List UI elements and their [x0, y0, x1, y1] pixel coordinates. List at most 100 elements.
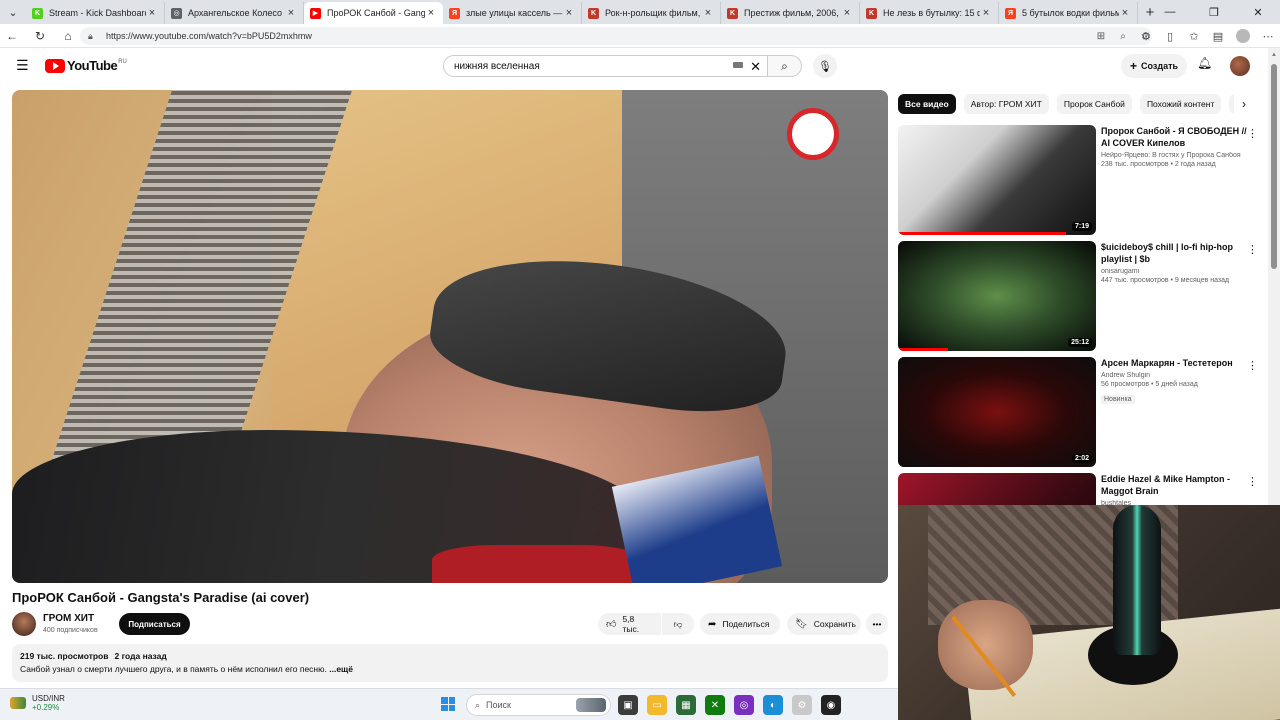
recommended-video[interactable]: 2:02 Арсен Маркарян - Тестетерон Andrew Sh… — [898, 357, 1258, 467]
video-description[interactable]: 219 тыс. просмотров 2 года назад Санбой у… — [12, 644, 888, 682]
menu-icon[interactable]: ☰ — [16, 58, 30, 72]
recommended-channel-name[interactable]: onisarugami — [1101, 268, 1247, 275]
filter-chip[interactable]: Автор: ГРОМ ХИТ — [963, 94, 1049, 114]
taskbar-search[interactable]: ⌕ Поиск — [466, 694, 611, 716]
recommended-video[interactable]: 25:12 $uicideboy$ chill | lo-fi hip-hop p… — [898, 241, 1258, 351]
xbox-app-icon[interactable]: ▦ — [676, 695, 696, 715]
tab-close-icon[interactable]: × — [425, 7, 437, 19]
channel-avatar[interactable] — [12, 612, 36, 636]
reload-icon[interactable]: ↻ — [28, 24, 52, 48]
browser-tab[interactable]: Я 5 бутылок водки фильм сма× — [999, 2, 1138, 24]
chips-next-arrow-icon[interactable]: › — [1234, 94, 1254, 114]
bookmark-icon: 🔖︎ — [795, 618, 808, 630]
home-icon[interactable]: ⌂ — [56, 24, 80, 48]
save-button[interactable]: 🔖︎ Сохранить — [787, 613, 861, 635]
search-button[interactable]: ⌕ — [768, 55, 802, 77]
clear-search-icon[interactable]: ✕ — [750, 59, 761, 75]
more-vertical-icon[interactable]: ⋮ — [1247, 127, 1258, 140]
scroll-up-arrow-icon[interactable]: ▲ — [1271, 52, 1277, 58]
tab-close-icon[interactable]: × — [285, 7, 297, 19]
extensions-icon[interactable]: ⚙ — [1134, 30, 1158, 43]
browser-tab[interactable]: Язлые улицы кассель — Янд× — [443, 2, 582, 24]
minimize-icon[interactable]: — — [1148, 0, 1192, 24]
more-vertical-icon[interactable]: ⋮ — [1247, 475, 1258, 488]
tab-close-icon[interactable]: × — [563, 7, 575, 19]
tab-favicon-icon: Я — [1005, 7, 1016, 19]
address-bar[interactable]: 🔒︎ https://www.youtube.com/watch?v=bPU5D… — [80, 27, 1152, 45]
app-tray-icon[interactable]: ⚙ — [792, 695, 812, 715]
dislike-button[interactable]: 👎︎ — [662, 613, 694, 635]
obs-app-icon[interactable]: ◉ — [821, 695, 841, 715]
create-button[interactable]: + Создать — [1121, 54, 1187, 78]
profile-avatar[interactable] — [1236, 29, 1250, 43]
description-text: Санбой узнал о смерти лучшего друга, и в… — [20, 664, 327, 674]
browser-menu-icon[interactable]: ⋯ — [1256, 30, 1280, 43]
browser-extensions: ⚙ ▯ ✩ ▤ ⋯ — [1134, 24, 1280, 48]
windows-taskbar: USD/INR +0.29% ⌕ Поиск ▣ ▭ ▦ ✕ ◎ ◐ ⚙ ◉ — [0, 688, 898, 720]
browser-tab[interactable]: K Не лезь в бутылку: 15 филь× — [860, 2, 999, 24]
video-title: ПроРОК Санбой - Gangsta's Paradise (ai c… — [12, 590, 310, 605]
recommended-channel-name[interactable]: Нейро-Ярцево: В гостях у Пророка Санбоя — [1101, 152, 1247, 159]
subscribe-button[interactable]: Подписаться — [119, 613, 190, 635]
task-view-icon[interactable]: ▣ — [618, 695, 638, 715]
search-query: нижняя вселенная — [454, 60, 540, 72]
upload-date: 2 года назад — [114, 651, 167, 661]
watch-progress-bar — [898, 348, 948, 351]
split-screen-icon[interactable]: ▯ — [1158, 30, 1182, 43]
video-thumbnail[interactable]: 7:19 — [898, 125, 1096, 235]
collections-icon[interactable]: ▤ — [1206, 30, 1230, 43]
webcam-hand — [938, 600, 1033, 690]
browser-tab[interactable]: K Рок-н-рольщик фильм, 200× — [582, 2, 721, 24]
close-window-icon[interactable]: ✕ — [1236, 0, 1280, 24]
account-avatar[interactable] — [1230, 56, 1250, 76]
like-button[interactable]: 👍︎ 5,8 тыс. — [598, 613, 661, 635]
search-input[interactable]: нижняя вселенная ✕ — [443, 55, 768, 77]
voice-search-button[interactable]: 🎙︎ — [813, 54, 837, 78]
xbox-icon[interactable]: ✕ — [705, 695, 725, 715]
filter-chip[interactable]: Пророк Санбой — [1056, 94, 1132, 114]
back-icon[interactable]: ← — [0, 24, 24, 48]
video-thumbnail[interactable]: 2:02 — [898, 357, 1096, 467]
notifications-bell-icon[interactable]: 🔔︎ — [1197, 56, 1212, 70]
file-explorer-icon[interactable]: ▭ — [647, 695, 667, 715]
keyboard-icon[interactable] — [733, 62, 743, 68]
browser-tab[interactable]: K Престиж фильм, 2006, дата× — [721, 2, 860, 24]
recommended-channel-name[interactable]: Andrew Shulgin — [1101, 372, 1247, 379]
ticker-change: +0.29% — [32, 703, 60, 712]
browser-tab[interactable]: ◎ Архангельское Колесо × — [165, 2, 304, 24]
app-purple-icon[interactable]: ◎ — [734, 695, 754, 715]
share-button[interactable]: ➦ Поделиться — [700, 613, 780, 635]
browser-tab[interactable]: ▶ ПроРОК Санбой - Gangsta× — [304, 2, 443, 24]
tab-close-icon[interactable]: × — [1119, 7, 1131, 19]
recommended-video[interactable]: 7:19 Пророк Санбой - Я СВОБОДЕН // AI COV… — [898, 125, 1258, 235]
youtube-logo[interactable]: YouTube RU — [45, 58, 127, 73]
maximize-icon[interactable]: ❐ — [1192, 0, 1236, 24]
ticker-widget[interactable]: USD/INR +0.29% — [10, 694, 65, 712]
video-player[interactable] — [12, 90, 888, 583]
video-duration: 7:19 — [1071, 222, 1092, 231]
edge-browser-icon[interactable]: ◐ — [763, 695, 783, 715]
more-vertical-icon[interactable]: ⋮ — [1247, 243, 1258, 256]
filter-chip[interactable]: Все видео — [898, 94, 956, 114]
channel-name[interactable]: ГРОМ ХИТ — [43, 613, 94, 624]
start-windows-icon[interactable] — [441, 697, 455, 711]
more-actions-button[interactable]: ••• — [866, 613, 888, 635]
tab-list-chevron-icon[interactable]: ⌄ — [0, 0, 26, 24]
lock-icon[interactable]: 🔒︎ — [88, 31, 98, 42]
tab-close-icon[interactable]: × — [702, 7, 714, 19]
more-vertical-icon[interactable]: ⋮ — [1247, 359, 1258, 372]
plus-icon: + — [1129, 59, 1137, 73]
browser-tab[interactable]: K Stream - Kick Dashboard × — [26, 2, 165, 24]
tab-close-icon[interactable]: × — [980, 7, 992, 19]
recommended-video-title: Пророк Санбой - Я СВОБОДЕН // AI COVER К… — [1101, 126, 1247, 148]
zoom-icon[interactable]: ⌕ — [1112, 27, 1134, 45]
scrollbar-thumb[interactable] — [1271, 64, 1277, 269]
tab-close-icon[interactable]: × — [841, 7, 853, 19]
video-thumbnail[interactable]: 25:12 — [898, 241, 1096, 351]
filter-chip[interactable]: Похожий контент — [1139, 94, 1222, 114]
recommended-video-title: $uicideboy$ chill | lo-fi hip-hop playli… — [1101, 242, 1234, 264]
favorites-icon[interactable]: ✩ — [1182, 30, 1206, 43]
tab-close-icon[interactable]: × — [146, 7, 158, 19]
show-more-link[interactable]: ...ещё — [329, 664, 353, 674]
app-available-icon[interactable]: ⊞ — [1090, 27, 1112, 45]
